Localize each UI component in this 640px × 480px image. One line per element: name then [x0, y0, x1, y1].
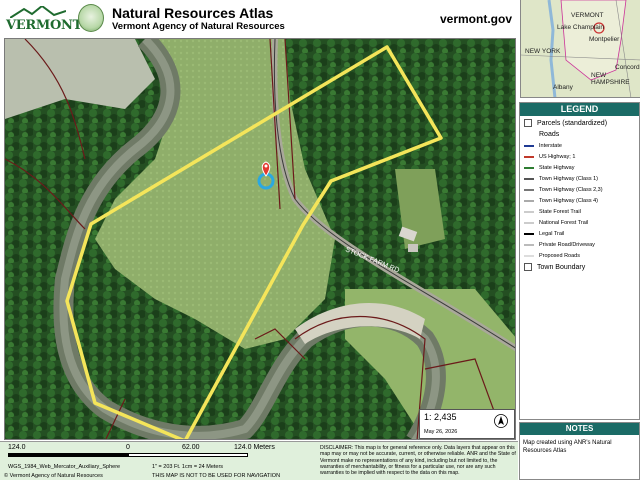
legend-label: Town Highway (Class 4)	[539, 198, 598, 204]
legend-swatch	[524, 255, 534, 257]
scale-box: 1: 2,435 May 26, 2026	[419, 409, 515, 439]
legend-swatch	[524, 189, 534, 191]
legend-item: Interstate	[524, 143, 562, 149]
legend-swatch	[524, 145, 534, 147]
legend-item: Town Highway (Class 2,3)	[524, 187, 603, 193]
legend-item[interactable]: Town Boundary	[524, 263, 585, 271]
legend-label: Private Road/Driveway	[539, 242, 595, 248]
legend-swatch	[524, 244, 534, 246]
locator-label: NEW YORK	[525, 48, 561, 55]
legend-label: US Highway; 1	[539, 154, 576, 160]
legend-swatch	[524, 233, 534, 235]
legend-item: State Forest Trail	[524, 209, 581, 215]
legend-item: Town Highway (Class 1)	[524, 176, 598, 182]
legend-swatch	[524, 200, 534, 202]
legend-label: National Forest Trail	[539, 220, 589, 226]
page-subtitle: Vermont Agency of Natural Resources	[112, 21, 285, 32]
anr-logo[interactable]	[78, 4, 104, 32]
legend-swatch	[524, 156, 534, 158]
notes-text: Map created using ANR's Natural Resource…	[523, 440, 612, 454]
map-date: May 26, 2026	[424, 429, 458, 435]
scale-bar-label: 62.00	[182, 444, 200, 451]
legend-label: Roads	[539, 131, 560, 138]
legend-label: Town Boundary	[537, 263, 586, 271]
scale-bar-label: 124.0	[8, 444, 26, 451]
locator-label: NEW HAMPSHIRE	[591, 72, 630, 86]
legend-item: US Highway; 1	[524, 154, 575, 160]
notes-title: NOTES	[520, 423, 639, 435]
legend-swatch	[524, 263, 532, 271]
aerial-map[interactable]: STOCK FARM RD	[4, 38, 516, 440]
legend-item[interactable]: Parcels (standardized)	[524, 119, 607, 127]
locator-label: Montpelier	[589, 36, 620, 43]
legend-item: National Forest Trail	[524, 220, 588, 226]
disclaimer-text: DISCLAIMER: This map is for general refe…	[320, 445, 516, 477]
legend-label: Legal Trail	[539, 231, 565, 237]
legend-label: Proposed Roads	[539, 253, 580, 259]
map-footer: 124.0 0 62.00 124.0 Meters WGS_1984_Web_…	[0, 441, 518, 480]
legend-swatch	[524, 178, 534, 180]
legend-item: Legal Trail	[524, 231, 564, 237]
legend-swatch	[524, 134, 534, 136]
legend-item: Proposed Roads	[524, 253, 580, 259]
locator-label: Concord	[615, 64, 640, 71]
legend-label: State Highway	[539, 165, 575, 171]
locator-label: VERMONT	[571, 12, 604, 19]
vermont-gov-link[interactable]: vermont.gov	[440, 12, 512, 26]
legend-swatch	[524, 167, 534, 169]
vermont-logo-text: VERMONT	[6, 18, 82, 33]
scale-bar-label: 0	[126, 444, 130, 451]
legend-label: Interstate	[539, 143, 562, 149]
legend-panel: LEGEND Parcels (standardized) Roads Inte…	[519, 102, 640, 420]
copyright-text: © Vermont Agency of Natural Resources	[4, 473, 103, 479]
projection-text: WGS_1984_Web_Mercator_Auxiliary_Sphere	[8, 464, 121, 470]
legend-swatch	[524, 211, 534, 213]
legend-label: Parcels (standardized)	[537, 119, 608, 127]
legend-item: Private Road/Driveway	[524, 242, 595, 248]
legend-label: State Forest Trail	[539, 209, 581, 215]
scale-bar-label: 124.0 Meters	[234, 444, 275, 451]
mountain-icon	[10, 6, 66, 18]
legend-item: Town Highway (Class 4)	[524, 198, 598, 204]
legend-item: Roads	[524, 131, 559, 138]
north-arrow-icon	[494, 414, 508, 428]
page-title: Natural Resources Atlas	[112, 5, 274, 21]
legend-swatch	[524, 119, 532, 127]
legend-item: State Highway	[524, 165, 574, 171]
locator-label: Albany	[553, 84, 573, 91]
legend-label: Town Highway (Class 1)	[539, 176, 598, 182]
navigation-warning: THIS MAP IS NOT TO BE USED FOR NAVIGATIO…	[152, 473, 281, 479]
locator-map[interactable]: VERMONT Lake Champlain Montpelier NEW YO…	[520, 0, 640, 98]
legend-label: Town Highway (Class 2,3)	[539, 187, 603, 193]
vermont-logo[interactable]: VERMONT	[4, 4, 82, 34]
legend-swatch	[524, 222, 534, 224]
aerial-imagery: STOCK FARM RD	[5, 39, 515, 439]
scale-ratio: 1: 2,435	[424, 412, 457, 422]
map-header: VERMONT Natural Resources Atlas Vermont …	[0, 0, 518, 38]
legend-title: LEGEND	[520, 103, 639, 116]
units-text: 1" = 203 Ft. 1cm = 24 Meters	[152, 464, 224, 470]
notes-panel: NOTES Map created using ANR's Natural Re…	[519, 422, 640, 480]
locator-label: Lake Champlain	[557, 24, 604, 31]
scale-bar	[8, 453, 248, 457]
